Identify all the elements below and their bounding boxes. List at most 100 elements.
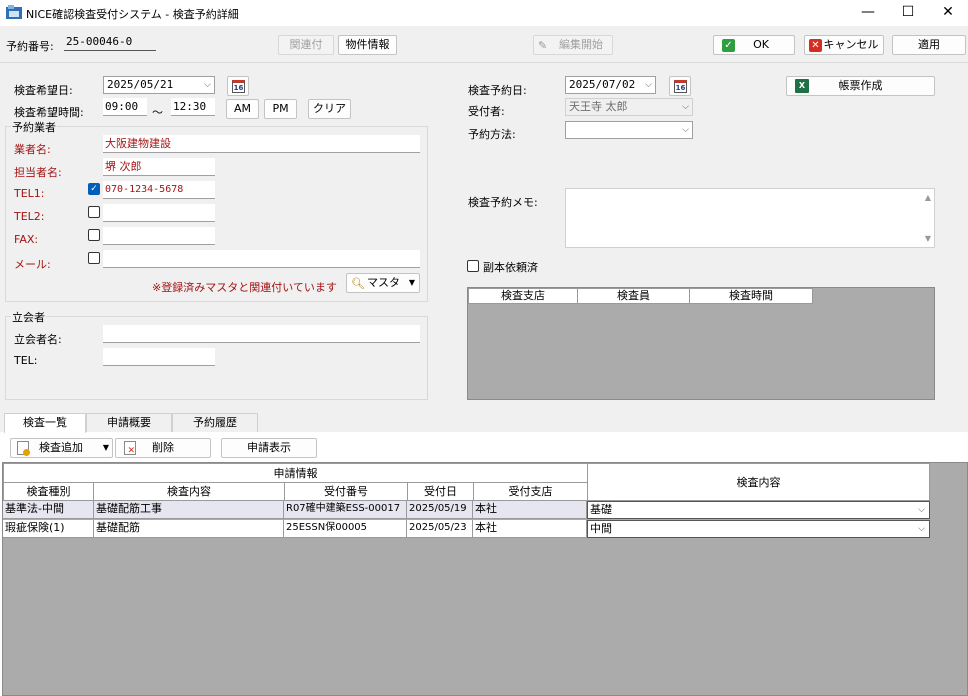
tel1-label: TEL1:	[14, 187, 45, 200]
registered-note: ※登録済みマスタと関連付いています	[152, 281, 337, 294]
header-number[interactable]: 受付番号	[284, 482, 408, 501]
reserve-date-label: 検査予約日:	[468, 84, 527, 97]
row-type: 瑕疵保険(1)	[3, 520, 94, 538]
bukken-button[interactable]: 物件情報	[338, 35, 397, 55]
reserve-date-value: 2025/07/02	[569, 78, 636, 91]
tel2-field[interactable]	[103, 204, 215, 222]
desired-date-value: 2025/05/21	[107, 78, 174, 91]
dropdown-arrow-icon: ⌵	[918, 505, 925, 515]
calendar-icon: 16	[232, 80, 245, 93]
header-type[interactable]: 検査種別	[3, 482, 94, 501]
row-inspection-combo[interactable]: 中間 ⌵	[587, 520, 930, 538]
desired-date-calendar-button[interactable]: 16	[227, 76, 249, 96]
tel1-field[interactable]: 070-1234-5678	[103, 181, 215, 199]
master-search-icon: 🔍︎	[351, 277, 365, 290]
dropdown-arrow-icon: ⌵	[918, 524, 925, 534]
add-icon	[17, 441, 30, 456]
method-label: 予約方法:	[468, 128, 516, 141]
scroll-up-icon[interactable]: ▲	[925, 193, 931, 202]
maximize-button[interactable]: ☐	[888, 0, 928, 24]
row-date: 2025/05/19	[407, 501, 473, 519]
tel2-checkbox[interactable]	[88, 206, 100, 218]
person-field[interactable]: 堺 次郎	[103, 158, 215, 176]
show-application-button[interactable]: 申請表示	[221, 438, 317, 458]
master-button[interactable]: 🔍︎ マスタ ▼	[346, 273, 420, 293]
witness-name-field[interactable]	[103, 325, 420, 343]
edit-start-button[interactable]: ✎ 編集開始	[533, 35, 613, 55]
clear-button[interactable]: クリア	[308, 99, 351, 119]
dropdown-arrow-icon: ⌵	[682, 125, 689, 135]
reservation-no-field[interactable]: 25-00046-0	[64, 33, 156, 51]
add-inspection-label: 検査追加	[39, 441, 83, 454]
row-branch: 本社	[473, 520, 587, 538]
table-row[interactable]: 基準法-中間 基礎配筋工事 R07確中建築ESS-00017 2025/05/1…	[3, 501, 930, 519]
header-date[interactable]: 受付日	[407, 482, 474, 501]
desired-date-label: 検査希望日:	[14, 84, 73, 97]
desired-time-label: 検査希望時間:	[14, 106, 84, 119]
witness-group-title: 立会者	[11, 309, 46, 325]
am-button[interactable]: AM	[226, 99, 259, 119]
reserve-date-picker[interactable]: 2025/07/02 ⌵	[565, 76, 656, 94]
receiver-combo[interactable]: 天王寺 太郎 ⌵	[565, 98, 693, 116]
delete-icon: ✕	[124, 441, 136, 456]
ok-button[interactable]: ✓ OK	[713, 35, 795, 55]
tel1-checkbox[interactable]: ✓	[88, 183, 100, 195]
row-content: 基礎配筋	[94, 520, 284, 538]
dropdown-arrow-icon: ▼	[102, 443, 109, 452]
time-from-field[interactable]: 09:00	[103, 98, 147, 116]
method-combo[interactable]: ⌵	[565, 121, 693, 139]
fax-checkbox[interactable]	[88, 229, 100, 241]
add-inspection-button[interactable]: 検査追加 ▼	[10, 438, 113, 458]
title-bar: NICE確認検査受付システム - 検査予約詳細 — ☐ ✕	[0, 0, 968, 26]
cancel-x-icon: ✕	[809, 39, 822, 52]
inspection-col-branch[interactable]: 検査支店	[468, 288, 578, 304]
witness-tel-field[interactable]	[103, 348, 215, 366]
table-row[interactable]: 瑕疵保険(1) 基礎配筋 25ESSN保00005 2025/05/23 本社 …	[3, 520, 930, 538]
time-to-field[interactable]: 12:30	[171, 98, 215, 116]
witness-name-label: 立会者名:	[14, 333, 62, 346]
witness-tel-label: TEL:	[14, 354, 38, 367]
report-label: 帳票作成	[838, 79, 883, 92]
tilde: ～	[152, 106, 163, 119]
pm-button[interactable]: PM	[264, 99, 297, 119]
close-button[interactable]: ✕	[928, 0, 968, 24]
memo-textarea[interactable]: ▲ ▼	[565, 188, 935, 248]
row-inspection-combo[interactable]: 基礎 ⌵	[587, 501, 930, 519]
row-inspection-value: 基礎	[590, 503, 612, 516]
excel-icon: X	[795, 79, 809, 93]
inspection-col-time[interactable]: 検査時間	[689, 288, 813, 304]
header-branch[interactable]: 受付支店	[473, 482, 588, 501]
delete-button[interactable]: ✕ 削除	[115, 438, 211, 458]
tel2-label: TEL2:	[14, 210, 45, 223]
kanren-button[interactable]: 関連付	[278, 35, 334, 55]
header-inspection-content[interactable]: 検査内容	[587, 463, 930, 501]
minimize-button[interactable]: —	[848, 0, 888, 24]
report-button[interactable]: X 帳票作成	[786, 76, 935, 96]
inspection-col-inspector[interactable]: 検査員	[577, 288, 690, 304]
desired-date-picker[interactable]: 2025/05/21 ⌵	[103, 76, 215, 94]
company-field[interactable]: 大阪建物建設	[103, 135, 420, 153]
cancel-button[interactable]: ✕ キャンセル	[804, 35, 884, 55]
divider	[0, 62, 968, 63]
tab-reservation-history[interactable]: 予約履歴	[172, 413, 258, 432]
calendar-icon: 16	[674, 80, 687, 93]
scroll-down-icon[interactable]: ▼	[925, 234, 931, 243]
row-type: 基準法-中間	[3, 501, 94, 519]
fax-field[interactable]	[103, 227, 215, 245]
apply-button[interactable]: 適用	[892, 35, 966, 55]
dropdown-arrow-icon: ⌵	[645, 80, 652, 90]
dropdown-arrow-icon: ⌵	[682, 102, 689, 112]
row-number: 25ESSN保00005	[284, 520, 407, 538]
mail-checkbox[interactable]	[88, 252, 100, 264]
mail-label: メール:	[14, 258, 51, 271]
copy-request-label: 副本依頼済	[483, 261, 538, 274]
tab-application-summary[interactable]: 申請概要	[86, 413, 172, 432]
mail-field[interactable]	[103, 250, 420, 268]
header-content[interactable]: 検査内容	[93, 482, 285, 501]
row-inspection-value: 中間	[590, 522, 612, 535]
row-date: 2025/05/23	[407, 520, 473, 538]
copy-request-checkbox[interactable]	[467, 260, 479, 272]
tab-inspection-list[interactable]: 検査一覧	[4, 413, 86, 433]
reserve-date-calendar-button[interactable]: 16	[669, 76, 691, 96]
window-title: NICE確認検査受付システム - 検査予約詳細	[26, 8, 239, 21]
